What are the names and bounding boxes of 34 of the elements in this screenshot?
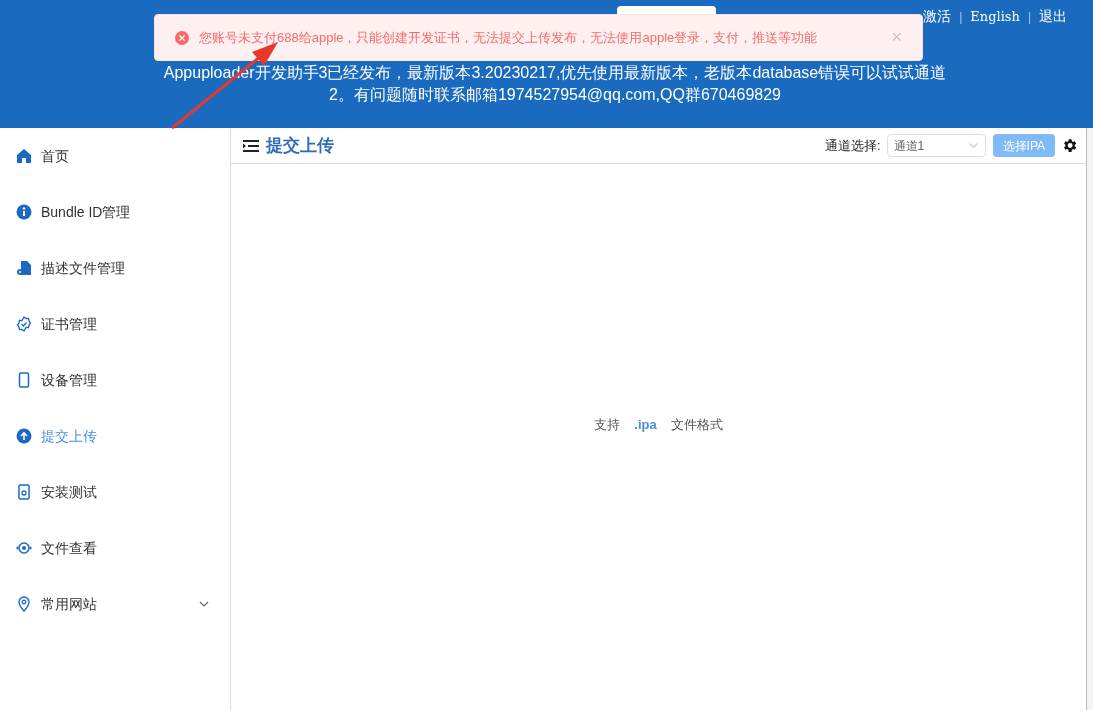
settings-icon[interactable]: [1061, 137, 1078, 154]
hint-text: 文件格式: [670, 416, 723, 435]
sidebar-item[interactable]: 首页: [0, 128, 230, 184]
menu-fold-icon[interactable]: [243, 138, 259, 153]
sidebar-item[interactable]: 安装测试: [0, 464, 230, 520]
eye-icon: [16, 540, 32, 556]
upload-icon: [16, 428, 32, 444]
chevron-down-icon: [967, 140, 979, 151]
error-icon: [175, 30, 189, 45]
file-extension-text: .ipa: [634, 416, 657, 435]
notice-text: 2。有问题随时联系邮箱1974527954@qq.com,QQ群670469829: [329, 85, 781, 105]
separator: |: [959, 8, 963, 26]
home-icon: [16, 148, 32, 164]
tablet-icon: [16, 484, 32, 500]
location-pin-icon: [16, 596, 32, 612]
sidebar-item[interactable]: 证书管理: [0, 296, 230, 352]
info-icon: [16, 204, 32, 220]
document-icon: [16, 260, 32, 276]
sidebar-item[interactable]: 设备管理: [0, 352, 230, 408]
separator: |: [1027, 8, 1031, 26]
header-link[interactable]: English: [970, 6, 1020, 27]
badge-check-icon: [16, 316, 32, 332]
sidebar-item[interactable]: 文件查看: [0, 520, 230, 576]
page-title: 提交上传: [266, 134, 334, 157]
header-link[interactable]: 退出: [1039, 6, 1067, 27]
toast-message: 您账号未支付688给apple，只能创建开发证书，无法提交上传发布，无法使用apple登录，支付，推送等功能: [199, 28, 819, 47]
channel-select[interactable]: 通道1: [886, 134, 986, 157]
sidebar-item[interactable]: 常用网站: [0, 576, 230, 632]
sidebar-item[interactable]: 描述文件管理: [0, 240, 230, 296]
header-link[interactable]: 激活: [923, 6, 952, 27]
hint-text: 支持: [594, 416, 621, 435]
channel-label: 通道选择:: [824, 136, 881, 155]
sidebar-item[interactable]: Bundle ID管理: [0, 184, 230, 240]
phone-icon: [16, 372, 32, 388]
